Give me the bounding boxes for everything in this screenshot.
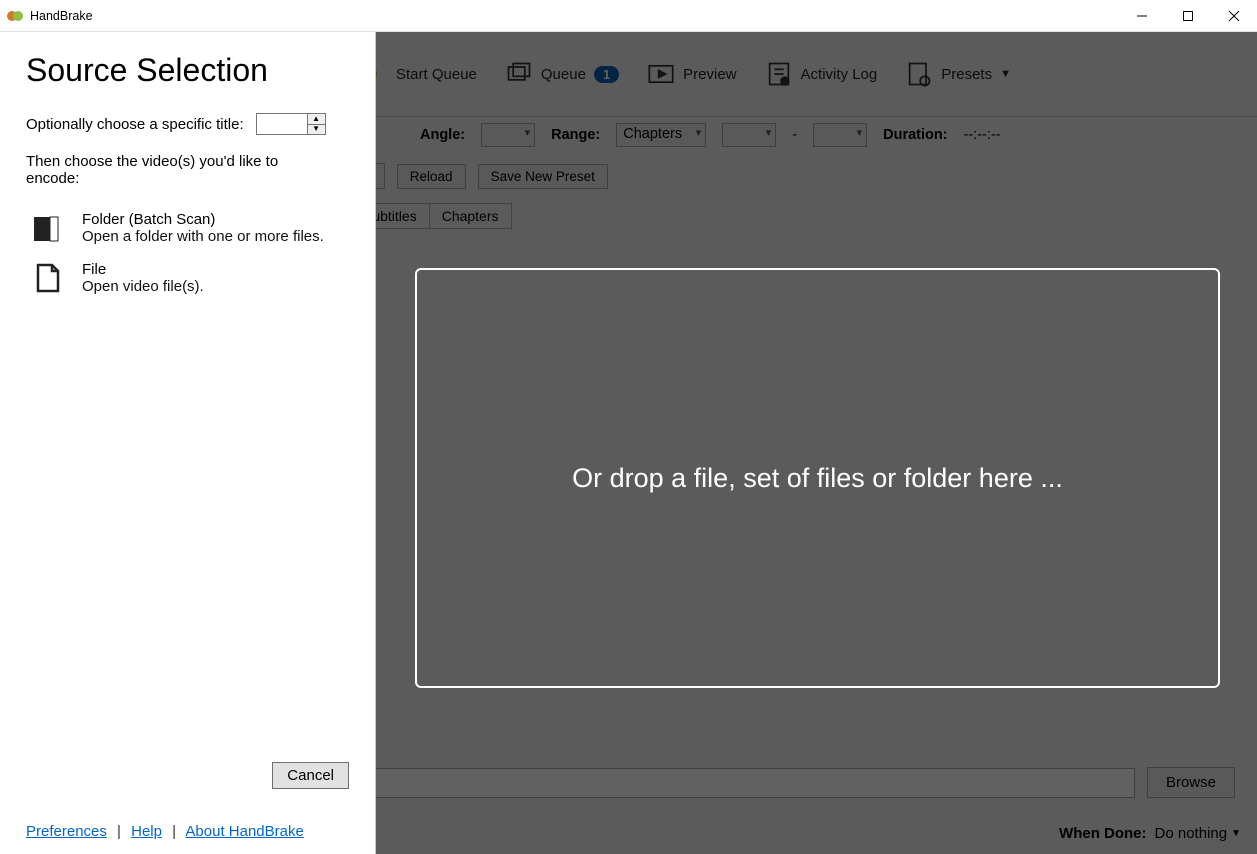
activity-log-label: Activity Log [801, 66, 878, 83]
open-folder-title: Folder (Batch Scan) [82, 211, 324, 228]
angle-label: Angle: [420, 127, 465, 143]
open-file-desc: Open video file(s). [82, 278, 204, 295]
tab-chapters[interactable]: Chapters [429, 203, 512, 229]
open-folder-desc: Open a folder with one or more files. [82, 228, 324, 245]
open-file-item[interactable]: File Open video file(s). [26, 253, 349, 303]
range-label: Range: [551, 127, 600, 143]
presets-label: Presets [941, 66, 992, 83]
range-end-select[interactable] [813, 123, 867, 147]
presets-icon [905, 60, 933, 88]
activity-log-button[interactable]: Activity Log [755, 56, 888, 92]
range-type-select[interactable]: Chapters [616, 123, 706, 147]
preferences-link[interactable]: Preferences [26, 823, 107, 840]
duration-label: Duration: [883, 127, 947, 143]
window-close-button[interactable] [1211, 0, 1257, 32]
spinner-up-icon[interactable]: ▲ [308, 114, 325, 124]
range-start-select[interactable] [722, 123, 776, 147]
specific-title-label: Optionally choose a specific title: [26, 116, 244, 133]
source-selection-panel: Source Selection Optionally choose a spe… [0, 32, 376, 854]
open-file-title: File [82, 261, 204, 278]
panel-hint: Then choose the video(s) you'd like to e… [26, 153, 326, 187]
range-separator: - [792, 127, 797, 143]
queue-label: Queue [541, 66, 586, 83]
specific-title-spinner[interactable]: ▲ ▼ [256, 113, 326, 135]
when-done-value: Do nothing [1155, 825, 1228, 842]
window-minimize-button[interactable] [1119, 0, 1165, 32]
presets-button[interactable]: Presets ▼ [895, 56, 1021, 92]
specific-title-input[interactable] [257, 114, 307, 134]
file-icon [30, 261, 64, 295]
spinner-down-icon[interactable]: ▼ [308, 124, 325, 135]
folder-icon [30, 211, 64, 245]
window-maximize-button[interactable] [1165, 0, 1211, 32]
chevron-down-icon: ▼ [1000, 68, 1011, 80]
panel-heading: Source Selection [26, 52, 349, 89]
queue-count-badge: 1 [594, 66, 619, 83]
footer-links: Preferences | Help | About HandBrake [26, 789, 349, 840]
preview-label: Preview [683, 66, 736, 83]
when-done-row: When Done: Do nothing ▼ [1059, 825, 1241, 842]
app-title: HandBrake [30, 9, 93, 23]
duration-value: --:--:-- [964, 127, 1001, 143]
angle-select[interactable] [481, 123, 535, 147]
app-icon [6, 7, 24, 25]
cancel-button[interactable]: Cancel [272, 762, 349, 789]
start-queue-label: Start Queue [396, 66, 477, 83]
titlebar: HandBrake [0, 0, 1257, 32]
chevron-down-icon: ▼ [1231, 828, 1241, 839]
queue-button[interactable]: Queue 1 [495, 56, 629, 92]
save-new-preset-button[interactable]: Save New Preset [478, 164, 608, 189]
open-folder-item[interactable]: Folder (Batch Scan) Open a folder with o… [26, 203, 349, 253]
save-as-path-input[interactable] [360, 768, 1135, 798]
browse-button[interactable]: Browse [1147, 767, 1235, 798]
about-link[interactable]: About HandBrake [185, 823, 303, 840]
queue-icon [505, 60, 533, 88]
activity-log-icon [765, 60, 793, 88]
reload-preset-button[interactable]: Reload [397, 164, 466, 189]
help-link[interactable]: Help [131, 823, 162, 840]
preview-icon [647, 60, 675, 88]
start-queue-button[interactable]: Start Queue [386, 62, 487, 87]
when-done-label: When Done: [1059, 825, 1147, 842]
preview-button[interactable]: Preview [637, 56, 746, 92]
when-done-select[interactable]: Do nothing ▼ [1155, 825, 1241, 842]
